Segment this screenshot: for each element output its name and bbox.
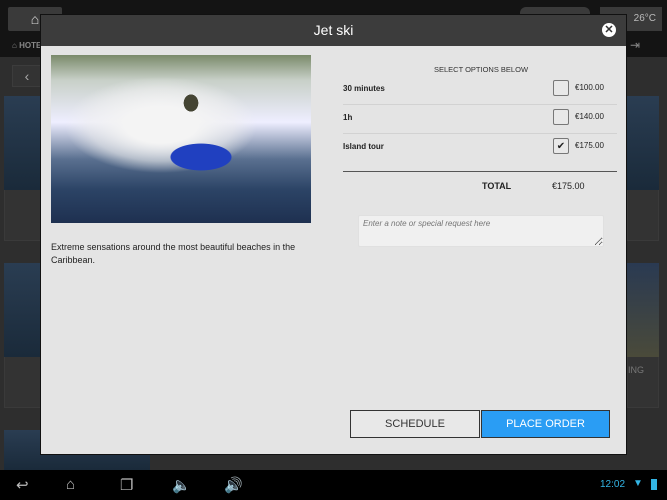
option-label: 30 minutes [343, 84, 385, 93]
option-checkbox-checked[interactable]: ✔ [553, 138, 569, 154]
card-image [627, 96, 659, 190]
option-price: €175.00 [575, 141, 604, 150]
volume-up-icon[interactable]: 🔊 [224, 476, 243, 494]
temperature: 26°C [633, 13, 656, 24]
place-order-button[interactable]: PLACE ORDER [481, 410, 610, 438]
card-image [627, 263, 659, 357]
system-nav-bar: ↩ ⌂ ❐ 🔈 🔊 12:02 ▼ [0, 470, 667, 500]
battery-icon [651, 479, 657, 490]
volume-down-icon[interactable]: 🔈 [172, 476, 191, 494]
note-input[interactable] [358, 215, 604, 247]
card-title: ING [628, 365, 645, 375]
card-image [4, 96, 44, 190]
option-row: 1h €140.00 [343, 105, 617, 134]
dialog-header: Jet ski ✕ [41, 15, 626, 46]
option-checkbox[interactable] [553, 80, 569, 96]
divider [343, 171, 617, 172]
clock: 12:02 [600, 479, 626, 490]
home-icon: ⌂ [30, 11, 40, 27]
total-label: TOTAL [482, 181, 512, 191]
dialog-title: Jet ski [313, 22, 354, 38]
option-label: Island tour [343, 142, 384, 151]
option-row: 30 minutes €100.00 [343, 76, 617, 105]
checkmark-icon: ✔ [556, 141, 566, 152]
description: Extreme sensations around the most beaut… [51, 242, 296, 265]
option-row: Island tour ✔ €175.00 [343, 134, 617, 163]
option-checkbox[interactable] [553, 109, 569, 125]
option-price: €100.00 [575, 83, 604, 92]
login-icon[interactable]: ⇥ [630, 38, 640, 52]
home-icon[interactable]: ⌂ [66, 476, 75, 493]
schedule-button[interactable]: SCHEDULE [350, 410, 480, 438]
jet-ski-dialog: Jet ski ✕ Extreme sensations around the … [40, 14, 627, 455]
option-price: €140.00 [575, 112, 604, 121]
back-icon[interactable]: ↩ [16, 476, 29, 494]
total-value: €175.00 [552, 181, 585, 191]
recent-apps-icon[interactable]: ❐ [120, 476, 133, 494]
close-icon[interactable]: ✕ [602, 23, 616, 37]
jet-ski-photo [51, 55, 311, 223]
back-button[interactable]: ‹ [12, 65, 42, 87]
card-image [4, 263, 44, 357]
wifi-icon: ▼ [633, 478, 643, 489]
option-label: 1h [343, 113, 353, 122]
options-title: SELECT OPTIONS BELOW [433, 65, 529, 74]
